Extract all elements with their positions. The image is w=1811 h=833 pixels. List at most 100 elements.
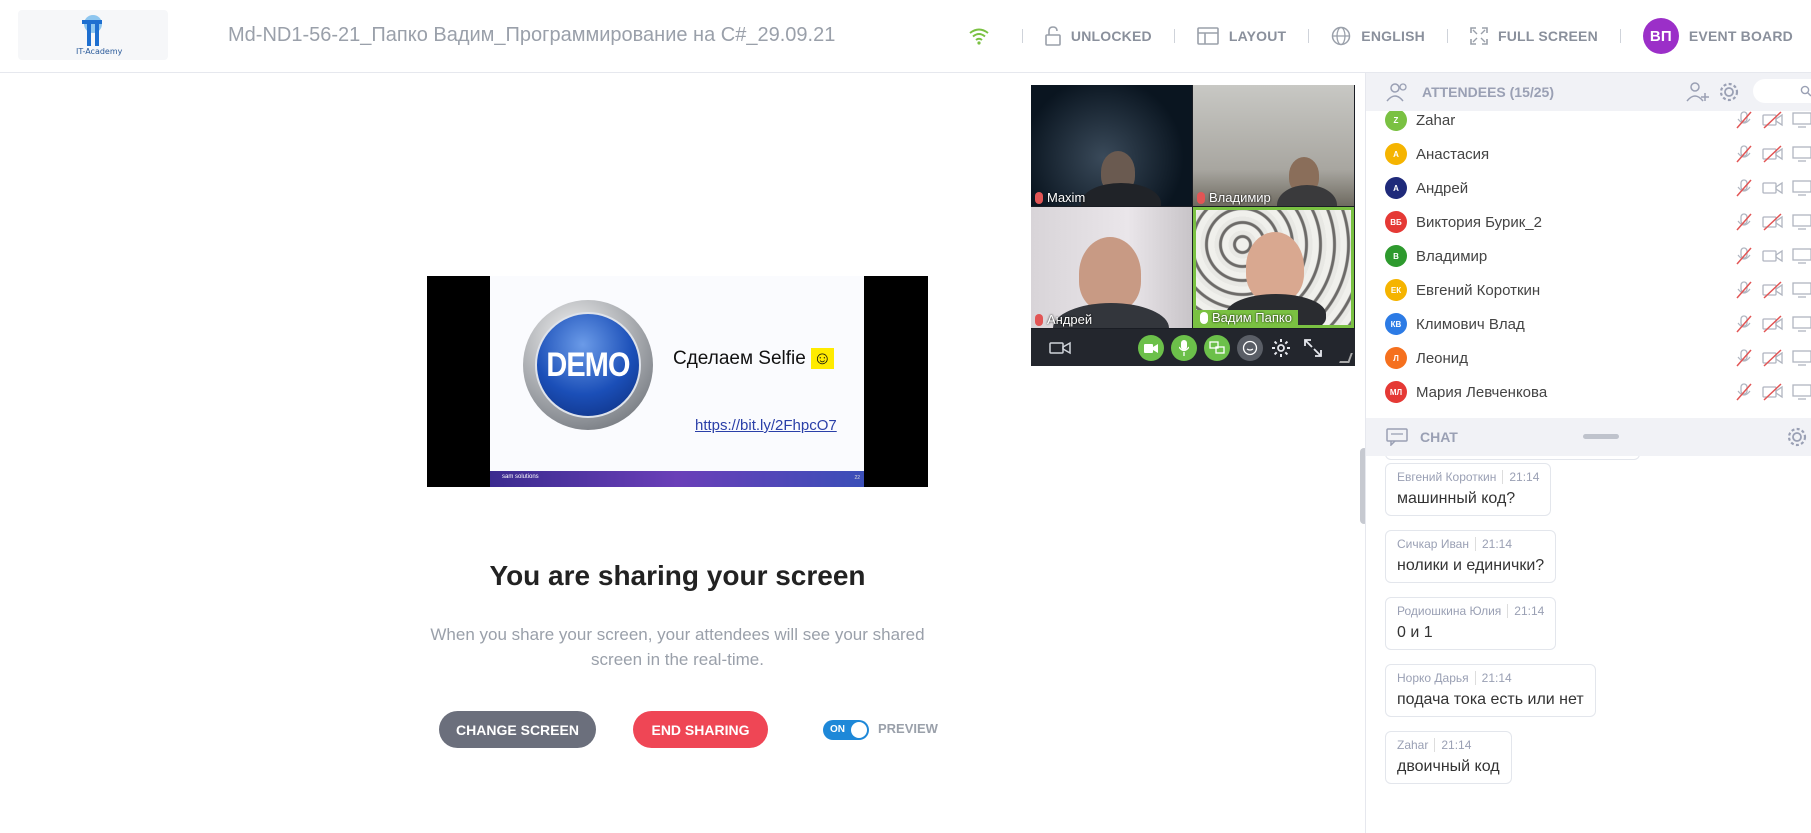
video-settings-button[interactable] xyxy=(1268,335,1294,361)
fullscreen-button[interactable]: FULL SCREEN xyxy=(1466,27,1602,45)
mic-muted-icon[interactable] xyxy=(1736,315,1752,333)
mic-muted-icon xyxy=(1035,191,1043,204)
chat-text: двоичный код xyxy=(1397,758,1500,775)
resize-handle-icon[interactable] xyxy=(1339,353,1353,363)
slide-caption: Сделаем Selfie ☺ xyxy=(673,348,834,370)
chat-author: Норко Дарья xyxy=(1397,671,1469,685)
attendee-row[interactable]: Z Zahar xyxy=(1366,111,1811,137)
mic-muted-icon[interactable] xyxy=(1736,383,1752,401)
mic-muted-icon[interactable] xyxy=(1736,213,1752,231)
screen-icon[interactable] xyxy=(1792,247,1811,265)
video-tile[interactable]: Владимир xyxy=(1193,85,1354,206)
mic-muted-icon[interactable] xyxy=(1736,111,1752,129)
camera-off-icon[interactable] xyxy=(1762,213,1784,231)
screen-icon[interactable] xyxy=(1792,179,1811,197)
screen-icon[interactable] xyxy=(1792,315,1811,333)
chat-message: Норко Дарья 21:14 подача тока есть или нет xyxy=(1385,664,1596,717)
attendee-avatar: A xyxy=(1385,143,1407,165)
attendee-row[interactable]: КВ Климович Влад xyxy=(1366,307,1811,341)
attendee-name: Владимир xyxy=(1416,247,1488,265)
camera-off-icon[interactable] xyxy=(1762,111,1784,129)
mic-muted-icon[interactable] xyxy=(1736,247,1752,265)
attendee-row[interactable]: В Владимир xyxy=(1366,239,1811,273)
chat-author: Евгений Короткин xyxy=(1397,470,1497,484)
connection-indicator[interactable] xyxy=(964,27,1004,45)
attendees-header: ATTENDEES (15/25) xyxy=(1366,73,1811,111)
camera-off-icon[interactable] xyxy=(1762,383,1784,401)
layout-label: LAYOUT xyxy=(1228,28,1287,44)
video-tile-active-speaker[interactable]: Вадим Папко xyxy=(1193,207,1354,328)
attendee-row[interactable]: МЛ Мария Левченкова xyxy=(1366,375,1811,409)
mic-muted-icon[interactable] xyxy=(1736,145,1752,163)
lock-button[interactable]: UNLOCKED xyxy=(1041,26,1156,46)
mic-icon xyxy=(1200,311,1208,324)
attendee-avatar: КВ xyxy=(1385,313,1407,335)
video-on-button[interactable] xyxy=(1138,335,1164,361)
event-board-button[interactable]: ВП EVENT BOARD xyxy=(1639,18,1797,54)
camera-off-icon[interactable] xyxy=(1762,315,1784,333)
demo-text: DEMO xyxy=(546,345,630,384)
camera-off-icon[interactable] xyxy=(1762,281,1784,299)
language-button[interactable]: ENGLISH xyxy=(1327,26,1429,46)
slide-caption-text: Сделаем Selfie xyxy=(673,348,806,369)
chat-bubble-button[interactable] xyxy=(1237,335,1263,361)
chat-message-meta: Норко Дарья 21:14 xyxy=(1397,671,1584,685)
gear-icon[interactable] xyxy=(1718,81,1740,103)
participant-name: Вадим Папко xyxy=(1212,310,1292,325)
mic-muted-icon[interactable] xyxy=(1736,179,1752,197)
screen-icon[interactable] xyxy=(1792,111,1811,129)
layout-button[interactable]: LAYOUT xyxy=(1193,27,1290,45)
layout-icon xyxy=(1197,27,1219,45)
divider xyxy=(1446,29,1448,43)
logo-text: IT-Academy xyxy=(76,47,123,56)
chat-message-meta: Zahar 21:14 xyxy=(1397,738,1500,752)
camera-icon[interactable] xyxy=(1762,179,1784,197)
screen-icon[interactable] xyxy=(1792,383,1811,401)
attendee-row[interactable]: Л Леонид xyxy=(1366,341,1811,375)
slide-link: https://bit.ly/2FhpcO7 xyxy=(695,417,837,434)
search-icon xyxy=(1800,85,1811,97)
mic-muted-icon xyxy=(1035,313,1043,326)
attendee-name: Виктория Бурик_2 xyxy=(1416,213,1542,231)
demo-badge: DEMO xyxy=(523,300,653,430)
chat-text: подача тока есть или нет xyxy=(1397,691,1584,708)
attendee-avatar: В xyxy=(1385,245,1407,267)
divider xyxy=(1173,29,1175,43)
screen-share-button[interactable] xyxy=(1204,335,1230,361)
screen-icon[interactable] xyxy=(1792,281,1811,299)
preview-toggle[interactable]: ON xyxy=(823,720,869,740)
attendee-row[interactable]: ЕК Евгений Короткин xyxy=(1366,273,1811,307)
camera-off-icon[interactable] xyxy=(1762,145,1784,163)
camera-off-icon[interactable] xyxy=(1762,349,1784,367)
attendee-row[interactable]: A Андрей xyxy=(1366,171,1811,205)
meeting-title: Md-ND1-56-21_Папко Вадим_Программировани… xyxy=(228,24,836,46)
chat-messages: Евгений Короткин 21:14 машинный код? Сичкар… xyxy=(1366,456,1811,833)
attendee-row[interactable]: ВБ Виктория Бурик_2 xyxy=(1366,205,1811,239)
attendee-avatar: ВБ xyxy=(1385,211,1407,233)
screen-icon[interactable] xyxy=(1792,145,1811,163)
screen-icon[interactable] xyxy=(1792,213,1811,231)
expand-video-button[interactable] xyxy=(1300,335,1326,361)
attendee-row[interactable]: A Анастасия xyxy=(1366,137,1811,171)
microphone-button[interactable] xyxy=(1171,335,1197,361)
chat-resize-handle[interactable] xyxy=(1583,434,1619,439)
attendee-search-input[interactable] xyxy=(1753,79,1811,103)
end-sharing-button[interactable]: END SHARING xyxy=(633,711,768,748)
top-bar: IT-Academy Md-ND1-56-21_Папко Вадим_Прог… xyxy=(0,0,1811,73)
chat-message: Родиошкина Юлия 21:14 0 и 1 xyxy=(1385,597,1557,650)
change-screen-button[interactable]: CHANGE SCREEN xyxy=(439,711,596,748)
camera-icon[interactable] xyxy=(1762,247,1784,265)
camera-toggle-button[interactable] xyxy=(1047,335,1073,361)
video-tile[interactable]: Maxim xyxy=(1031,85,1192,206)
unlock-icon xyxy=(1045,26,1061,46)
mic-muted-icon[interactable] xyxy=(1736,281,1752,299)
screen-icon[interactable] xyxy=(1792,349,1811,367)
mic-muted-icon[interactable] xyxy=(1736,349,1752,367)
add-user-icon[interactable] xyxy=(1686,81,1710,103)
video-tile[interactable]: Андрей xyxy=(1031,207,1192,328)
it-academy-logo[interactable]: IT-Academy xyxy=(18,10,168,60)
attendee-avatar: ЕК xyxy=(1385,279,1407,301)
attendee-name: Евгений Короткин xyxy=(1416,281,1541,299)
gear-icon[interactable] xyxy=(1786,426,1808,448)
attendee-name: Леонид xyxy=(1416,349,1468,367)
